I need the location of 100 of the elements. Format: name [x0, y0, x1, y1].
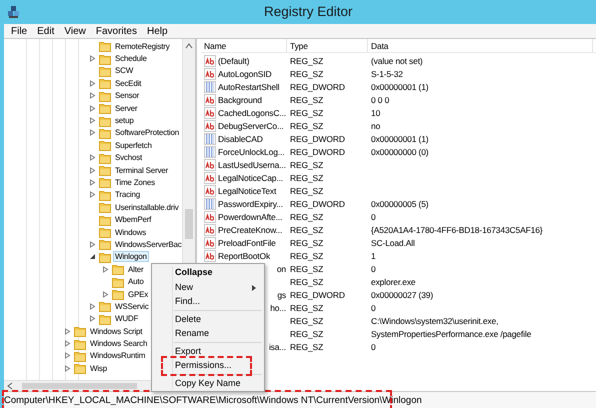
tree-item[interactable]: setup	[113, 115, 136, 126]
value-name[interactable]: LastUsedUserna...	[218, 160, 286, 170]
menu-item[interactable]: Collapse	[152, 265, 264, 280]
tree-item[interactable]: WindowsServerBac	[113, 238, 183, 250]
menu-item[interactable]: Rename	[152, 326, 264, 340]
expanded-arrow-icon[interactable]	[89, 253, 96, 260]
value-data: S-1-5-32	[370, 68, 404, 78]
scroll-left-icon[interactable]	[7, 382, 13, 390]
scroll-thumb[interactable]	[22, 383, 137, 389]
collapsed-arrow-icon[interactable]	[89, 191, 96, 198]
value-name[interactable]: PreloadFontFile	[218, 238, 276, 248]
tree-item[interactable]: WSServic	[113, 300, 151, 312]
menu-item[interactable]: Favorites	[90, 26, 142, 36]
value-type: REG_SZ	[289, 212, 324, 222]
tree-item[interactable]: GPEx	[126, 288, 150, 300]
string-value-icon	[204, 54, 216, 66]
tree-item[interactable]: Userinstallable.driv	[113, 202, 181, 213]
value-name[interactable]: Background	[218, 94, 262, 104]
value-type: REG_SZ	[289, 108, 324, 118]
tree-item[interactable]: Auto	[126, 276, 146, 288]
tree-item[interactable]: Tracing	[113, 189, 142, 200]
tree-item[interactable]: Wisp	[88, 362, 109, 374]
folder-icon	[112, 263, 124, 276]
tree-item[interactable]: Sensor	[113, 90, 142, 102]
tree-item[interactable]: RemoteRegistry	[113, 40, 172, 52]
collapsed-arrow-icon[interactable]	[89, 129, 96, 136]
value-name[interactable]: AutoRestartShell	[218, 82, 280, 92]
value-name[interactable]: ReportBootOk	[218, 250, 270, 260]
collapsed-arrow-icon[interactable]	[89, 166, 96, 174]
value-name[interactable]: ho...	[270, 302, 286, 312]
menu-item[interactable]: Copy Key Name	[152, 376, 264, 390]
collapsed-arrow-icon[interactable]	[89, 92, 96, 100]
value-name[interactable]: LegalNoticeCap...	[218, 172, 284, 182]
value-name[interactable]: gs	[277, 290, 286, 300]
value-type: REG_SZ	[289, 172, 324, 182]
menu-item[interactable]: New	[152, 280, 264, 294]
collapsed-arrow-icon[interactable]	[102, 266, 109, 273]
value-name[interactable]: isa...	[268, 342, 286, 352]
tree-item[interactable]: SecEdit	[113, 78, 144, 89]
column-header[interactable]: Type	[287, 39, 368, 52]
tree-item[interactable]: WUDF	[113, 313, 140, 324]
tree-item[interactable]: WindowsRuntim	[88, 350, 148, 362]
collapsed-arrow-icon[interactable]	[89, 80, 96, 87]
menu-item[interactable]: Find...	[152, 294, 264, 308]
tree-item[interactable]: WbemPerf	[113, 214, 154, 226]
tree-item[interactable]: Winlogon	[113, 251, 149, 262]
tree-item[interactable]: Server	[113, 102, 140, 114]
value-name[interactable]: LegalNoticeText	[218, 186, 276, 196]
value-name[interactable]: on	[276, 264, 286, 274]
collapsed-arrow-icon[interactable]	[89, 55, 96, 62]
collapsed-arrow-icon[interactable]	[64, 352, 71, 360]
value-name[interactable]: PowerdownAfte...	[218, 212, 282, 222]
scroll-thumb[interactable]	[185, 209, 193, 239]
collapsed-arrow-icon[interactable]	[64, 328, 71, 335]
collapsed-arrow-icon[interactable]	[64, 340, 71, 348]
tree-item[interactable]: Alter	[126, 264, 146, 275]
value-name[interactable]: DisableCAD	[218, 134, 263, 144]
tree-item[interactable]: SoftwareProtection	[113, 127, 181, 138]
collapsed-arrow-icon[interactable]	[89, 117, 96, 124]
menu-item[interactable]: File	[6, 26, 32, 36]
value-type: REG_SZ	[289, 160, 324, 170]
value-type: REG_SZ	[289, 186, 324, 196]
value-name[interactable]: PasswordExpiry...	[218, 198, 283, 208]
menu-item[interactable]: Help	[142, 26, 173, 36]
tree-item[interactable]: Time Zones	[113, 176, 157, 188]
tree-item[interactable]: Svchost	[113, 152, 144, 164]
folder-icon	[99, 214, 111, 226]
value-name[interactable]: AutoLogonSID	[218, 68, 272, 78]
menu-item[interactable]: Edit	[32, 26, 60, 36]
value-name[interactable]: (Default)	[218, 56, 250, 66]
column-header[interactable]: Name	[201, 39, 287, 52]
folder-icon	[74, 350, 86, 362]
tree-item[interactable]: Windows	[113, 226, 148, 238]
collapsed-arrow-icon[interactable]	[64, 364, 71, 372]
value-name[interactable]: ForceUnlockLog...	[218, 146, 284, 156]
folder-icon	[99, 312, 111, 325]
collapsed-arrow-icon[interactable]	[89, 240, 96, 248]
collapsed-arrow-icon[interactable]	[89, 315, 96, 322]
tree-item[interactable]: Superfetch	[113, 140, 154, 151]
menu-item[interactable]: View	[59, 26, 91, 36]
value-data: 0 0 0	[370, 94, 390, 104]
column-header[interactable]: Data	[368, 39, 593, 52]
collapsed-arrow-icon[interactable]	[89, 104, 96, 112]
value-name[interactable]: CachedLogonsC...	[218, 108, 286, 118]
tree-item[interactable]: Schedule	[113, 53, 149, 64]
value-name[interactable]: DebugServerCo...	[218, 120, 284, 130]
menu-item[interactable]: Export	[152, 344, 264, 358]
scroll-up-icon[interactable]	[185, 43, 193, 49]
value-name[interactable]: PreCreateKnow...	[218, 224, 282, 234]
menu-item[interactable]: Delete	[152, 312, 264, 326]
tree-item[interactable]: Windows Search	[88, 338, 150, 350]
tree-item[interactable]: SCW	[113, 65, 136, 76]
tree-item[interactable]: Windows Script	[88, 326, 144, 337]
collapsed-arrow-icon[interactable]	[89, 302, 96, 310]
collapsed-arrow-icon[interactable]	[89, 178, 96, 186]
collapsed-arrow-icon[interactable]	[89, 154, 96, 162]
menu-item[interactable]: Permissions...	[152, 358, 264, 372]
collapsed-arrow-icon[interactable]	[102, 290, 109, 298]
value-data: 0x00000027 (39)	[370, 290, 434, 300]
tree-item[interactable]: Terminal Server	[113, 164, 170, 176]
